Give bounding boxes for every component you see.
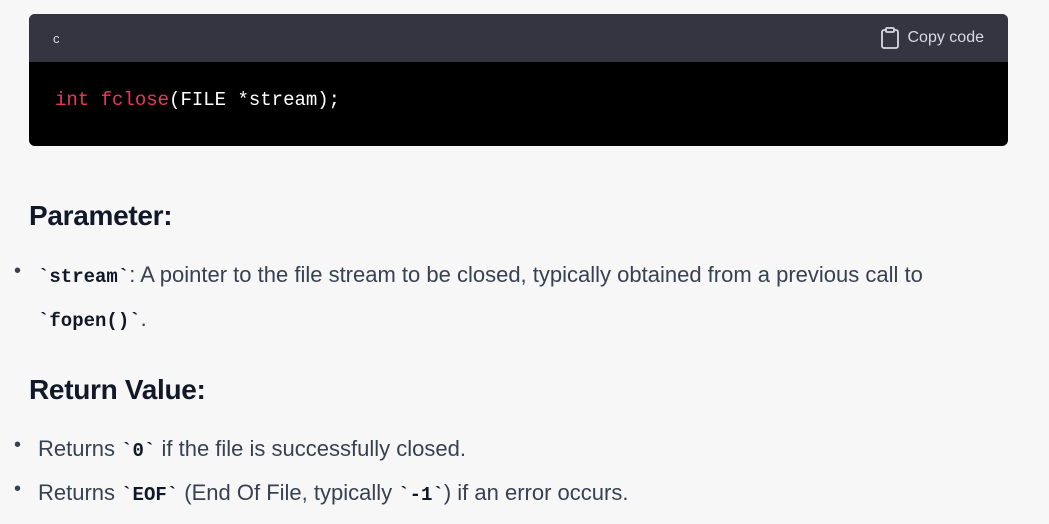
- list-item-text: .: [140, 306, 147, 331]
- list-item: • Returns `0` if the file is successfull…: [0, 428, 1049, 472]
- inline-code: `-1`: [398, 484, 444, 506]
- parameter-list: • `stream`: A pointer to the file stream…: [0, 254, 1049, 342]
- list-item-text: Returns: [38, 480, 122, 505]
- list-item: • Returns `EOF` (End Of File, typically …: [0, 472, 1049, 516]
- list-item: • `stream`: A pointer to the file stream…: [0, 254, 1049, 342]
- code-header: c Copy code: [29, 14, 1008, 62]
- code-function-name: fclose: [100, 89, 170, 111]
- code-content: int fclose(FILE *stream);: [29, 62, 1008, 138]
- code-block: c Copy code int fclose(FILE *stream);: [29, 14, 1008, 146]
- code-keyword: int: [55, 89, 90, 111]
- bullet: •: [14, 260, 22, 282]
- return-value-heading: Return Value:: [29, 374, 206, 405]
- clipboard-icon: [880, 27, 900, 49]
- list-item-text: (End Of File, typically: [178, 480, 399, 505]
- copy-code-button[interactable]: Copy code: [880, 27, 985, 49]
- list-item-text: ) if an error occurs.: [443, 480, 629, 505]
- copy-code-label: Copy code: [907, 29, 985, 46]
- bullet: •: [14, 434, 22, 456]
- inline-code: `0`: [121, 440, 156, 462]
- bullet: •: [14, 478, 22, 500]
- list-item-text: if the file is successfully closed.: [155, 436, 466, 461]
- return-value-list: • Returns `0` if the file is successfull…: [0, 428, 1049, 516]
- inline-code: `stream`: [38, 266, 130, 288]
- parameter-heading: Parameter:: [29, 200, 173, 231]
- list-item-text: : A pointer to the file stream to be clo…: [129, 262, 923, 287]
- code-arguments: (FILE *stream);: [169, 89, 341, 111]
- list-item-text: Returns: [38, 436, 122, 461]
- code-language-label: c: [53, 30, 60, 46]
- inline-code: `fopen()`: [38, 310, 141, 332]
- inline-code: `EOF`: [121, 484, 179, 506]
